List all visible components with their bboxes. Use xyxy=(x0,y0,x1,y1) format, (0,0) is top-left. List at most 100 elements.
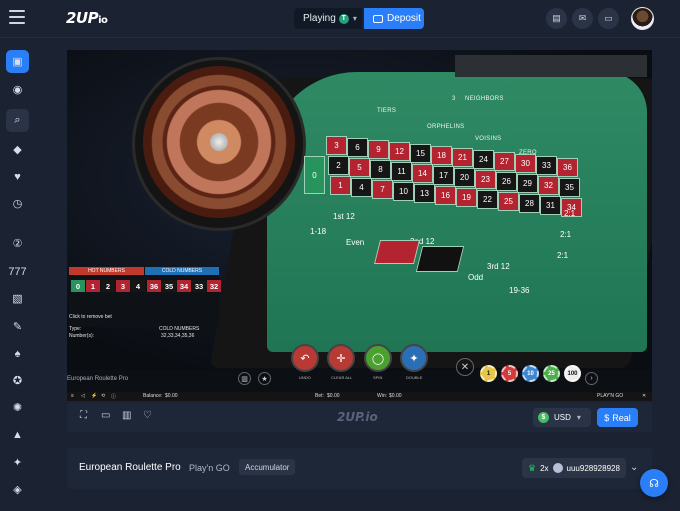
deposit-button[interactable]: Deposit xyxy=(364,8,424,29)
hamburger-menu-icon[interactable] xyxy=(9,10,25,26)
hot-number[interactable]: 4 xyxy=(131,280,145,292)
bet-cell-number[interactable]: 22 xyxy=(477,190,498,209)
close-icon[interactable]: ✕ xyxy=(456,358,474,376)
outside-even[interactable]: Even xyxy=(346,238,364,247)
new-games-icon[interactable]: ✦ xyxy=(6,451,29,474)
support-chat-button[interactable]: ☊ xyxy=(640,469,668,497)
track-tiers[interactable]: TIERS xyxy=(377,108,396,114)
cold-number[interactable]: 33 xyxy=(192,280,206,292)
rocket-icon[interactable]: ▲ xyxy=(6,423,29,446)
originals-icon[interactable]: ② xyxy=(6,232,29,255)
bet-cell-number[interactable]: 26 xyxy=(496,172,517,191)
bet-cell-number[interactable]: 13 xyxy=(414,184,435,203)
dozen-1st[interactable]: 1st 12 xyxy=(333,212,355,221)
bet-cell-number[interactable]: 28 xyxy=(519,194,540,213)
favorite-heart-icon[interactable]: ♡ xyxy=(143,410,152,421)
user-avatar[interactable] xyxy=(631,7,654,30)
bet-cell-number[interactable]: 1 xyxy=(330,176,351,195)
column-bet-3[interactable]: 2:1 xyxy=(557,251,568,260)
theatre-mode-icon[interactable]: ▭ xyxy=(101,410,110,421)
close-game-icon[interactable]: ✕ xyxy=(642,393,646,399)
expand-chevron-icon[interactable]: ⌄ xyxy=(630,462,638,473)
column-bet-2[interactable]: 2:1 xyxy=(560,230,571,239)
slots-icon[interactable]: 777 xyxy=(6,260,29,283)
bet-cell-number[interactable]: 12 xyxy=(389,142,410,161)
favorite-star-icon[interactable]: ★ xyxy=(258,372,271,385)
bet-cell-number[interactable]: 18 xyxy=(431,146,452,165)
outside-19-36[interactable]: 19-36 xyxy=(509,286,529,295)
track-orphelins[interactable]: ORPHELINS xyxy=(427,124,464,130)
playing-balance-selector[interactable]: Playing T ▾ xyxy=(294,8,362,29)
stats-icon[interactable]: ▥ xyxy=(238,372,251,385)
bet-cell-number[interactable]: 27 xyxy=(494,152,515,171)
real-mode-button[interactable]: $ Real xyxy=(597,408,638,427)
cold-number[interactable]: 32 xyxy=(207,280,221,292)
bet-cell-number[interactable]: 2 xyxy=(328,156,349,175)
bet-cell-number[interactable]: 24 xyxy=(473,150,494,169)
roulette-icon[interactable]: ✺ xyxy=(6,396,29,419)
info-icon[interactable]: ⓘ xyxy=(111,393,116,400)
turbo-icon[interactable]: ⚡ xyxy=(91,393,97,399)
bet-cell-number[interactable]: 8 xyxy=(370,160,391,179)
hot-number[interactable]: 3 xyxy=(116,280,130,292)
bet-cell-number[interactable]: 32 xyxy=(538,176,559,195)
undo-button[interactable]: ↶ xyxy=(291,344,319,372)
hot-number[interactable]: 2 xyxy=(101,280,115,292)
history-icon[interactable]: ⟲ xyxy=(101,393,105,399)
outside-odd[interactable]: Odd xyxy=(468,273,483,282)
live-casino-icon[interactable]: ▧ xyxy=(6,287,29,310)
hot-number[interactable]: 0 xyxy=(71,280,85,292)
bet-cell-number[interactable]: 20 xyxy=(454,168,475,187)
sports-icon[interactable]: ◉ xyxy=(6,78,29,101)
wallet-history-icon[interactable]: ▤ xyxy=(546,8,567,29)
cold-number[interactable]: 34 xyxy=(177,280,191,292)
bet-cell-number[interactable]: 17 xyxy=(433,166,454,185)
bet-cell-number[interactable]: 30 xyxy=(515,154,536,173)
accumulator-tag[interactable]: Accumulator xyxy=(239,459,296,475)
fullscreen-icon[interactable]: ⛶ xyxy=(80,410,87,421)
column-bet-1[interactable]: 2:1 xyxy=(564,209,575,218)
table-games-icon[interactable]: ✎ xyxy=(6,315,29,338)
bet-cell-zero[interactable]: 0 xyxy=(304,156,325,194)
bet-cell-number[interactable]: 15 xyxy=(410,144,431,163)
spin-button[interactable]: ◯ xyxy=(364,344,392,372)
bet-cell-number[interactable]: 6 xyxy=(347,138,368,157)
gift-icon[interactable]: ✉ xyxy=(572,8,593,29)
chip-25[interactable]: 25 xyxy=(543,365,560,382)
double-button[interactable]: ✦ xyxy=(400,344,428,372)
cold-number[interactable]: 35 xyxy=(162,280,176,292)
chip-5[interactable]: 5 xyxy=(501,365,518,382)
outside-black[interactable] xyxy=(415,246,465,272)
dozen-3rd[interactable]: 3rd 12 xyxy=(487,262,510,271)
neighbors-count[interactable]: 3 xyxy=(452,96,456,102)
bet-cell-number[interactable]: 5 xyxy=(349,158,370,177)
bet-cell-number[interactable]: 29 xyxy=(517,174,538,193)
bet-cell-number[interactable]: 36 xyxy=(557,158,578,177)
poker-icon[interactable]: ♠ xyxy=(6,342,29,365)
bet-cell-number[interactable]: 16 xyxy=(435,186,456,205)
bet-cell-number[interactable]: 23 xyxy=(475,170,496,189)
stats-chart-icon[interactable]: ▥ xyxy=(122,410,131,421)
bet-cell-number[interactable]: 25 xyxy=(498,192,519,211)
recent-icon[interactable]: ◷ xyxy=(6,192,29,215)
search-icon[interactable]: ⌕ xyxy=(6,109,29,132)
game-shows-icon[interactable]: ✪ xyxy=(6,369,29,392)
bet-cell-number[interactable]: 11 xyxy=(391,162,412,181)
promotions-icon[interactable]: ◆ xyxy=(6,138,29,161)
bet-cell-number[interactable]: 3 xyxy=(326,136,347,155)
bet-cell-number[interactable]: 14 xyxy=(412,164,433,183)
outside-1-18[interactable]: 1-18 xyxy=(310,227,326,236)
bet-cell-number[interactable]: 9 xyxy=(368,140,389,159)
site-logo[interactable]: 2UPio xyxy=(66,9,108,27)
chip-10[interactable]: 10 xyxy=(522,365,539,382)
bet-cell-number[interactable]: 19 xyxy=(456,188,477,207)
game-menu-icon[interactable]: ≡ xyxy=(71,393,74,399)
bet-cell-number[interactable]: 7 xyxy=(372,180,393,199)
chip-1[interactable]: 1 xyxy=(480,365,497,382)
sound-icon[interactable]: ◁ xyxy=(81,393,85,399)
bet-cell-number[interactable]: 10 xyxy=(393,182,414,201)
chat-icon[interactable]: ▭ xyxy=(598,8,619,29)
favorites-icon[interactable]: ♥ xyxy=(6,165,29,188)
tags-icon[interactable]: ◈ xyxy=(6,478,29,501)
outside-red[interactable] xyxy=(374,240,420,264)
